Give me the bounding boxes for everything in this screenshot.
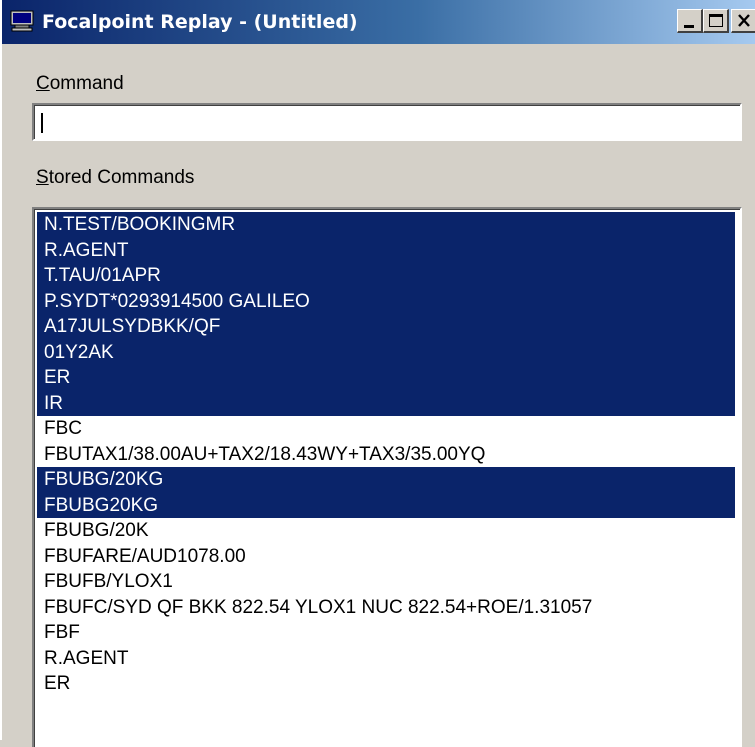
- stored-command-item[interactable]: FBUFARE/AUD1078.00: [37, 544, 735, 570]
- stored-command-item[interactable]: FBUTAX1/38.00AU+TAX2/18.43WY+TAX3/35.00Y…: [37, 442, 735, 468]
- command-label-access-key: C: [36, 73, 50, 94]
- stored-command-item[interactable]: T.TAU/01APR: [37, 263, 735, 289]
- maximize-icon: [709, 14, 723, 27]
- stored-command-item[interactable]: R.AGENT: [37, 237, 735, 263]
- stored-command-item[interactable]: ER: [37, 671, 735, 697]
- stored-command-item[interactable]: ER: [37, 365, 735, 391]
- minimize-icon: [684, 25, 694, 28]
- focalpoint-replay-window: Focalpoint Replay - (Untitled) Command S…: [0, 0, 755, 747]
- command-input[interactable]: [32, 103, 742, 141]
- minimize-button[interactable]: [677, 9, 703, 33]
- title-bar[interactable]: Focalpoint Replay - (Untitled): [2, 0, 755, 44]
- stored-command-item[interactable]: IR: [37, 390, 735, 416]
- stored-commands-label-text: tored Commands: [48, 167, 195, 188]
- stored-command-item[interactable]: FBUBG/20K: [37, 518, 735, 544]
- stored-command-item[interactable]: FBUFC/SYD QF BKK 822.54 YLOX1 NUC 822.54…: [37, 595, 735, 621]
- stored-commands-label: Stored Commands: [36, 167, 194, 189]
- stored-command-item[interactable]: FBF: [37, 620, 735, 646]
- stored-command-item[interactable]: P.SYDT*0293914500 GALILEO: [37, 288, 735, 314]
- maximize-button[interactable]: [703, 9, 729, 33]
- close-icon: [738, 14, 750, 27]
- stored-command-item[interactable]: A17JULSYDBKK/QF: [37, 314, 735, 340]
- stored-commands-label-access-key: S: [36, 167, 49, 188]
- computer-monitor-icon: [10, 10, 34, 32]
- command-label-text: ommand: [49, 73, 124, 94]
- stored-command-item[interactable]: R.AGENT: [37, 646, 735, 672]
- text-caret: [41, 113, 43, 133]
- stored-command-item[interactable]: N.TEST/BOOKINGMR: [37, 212, 735, 238]
- stored-command-item[interactable]: 01Y2AK: [37, 339, 735, 365]
- window-title: Focalpoint Replay - (Untitled): [42, 11, 358, 33]
- close-button[interactable]: [731, 9, 755, 33]
- stored-command-item[interactable]: FBUBG20KG: [37, 492, 735, 518]
- stored-commands-list[interactable]: N.TEST/BOOKINGMR R.AGENT T.TAU/01APR P.SYDT…: [32, 207, 742, 747]
- command-label: Command: [36, 73, 124, 95]
- stored-command-item[interactable]: FBC: [37, 416, 735, 442]
- stored-command-item[interactable]: FBUBG/20KG: [37, 467, 735, 493]
- stored-command-item[interactable]: FBUFB/YLOX1: [37, 569, 735, 595]
- stored-commands-list-items: N.TEST/BOOKINGMR R.AGENT T.TAU/01APR P.SYDT…: [37, 212, 735, 697]
